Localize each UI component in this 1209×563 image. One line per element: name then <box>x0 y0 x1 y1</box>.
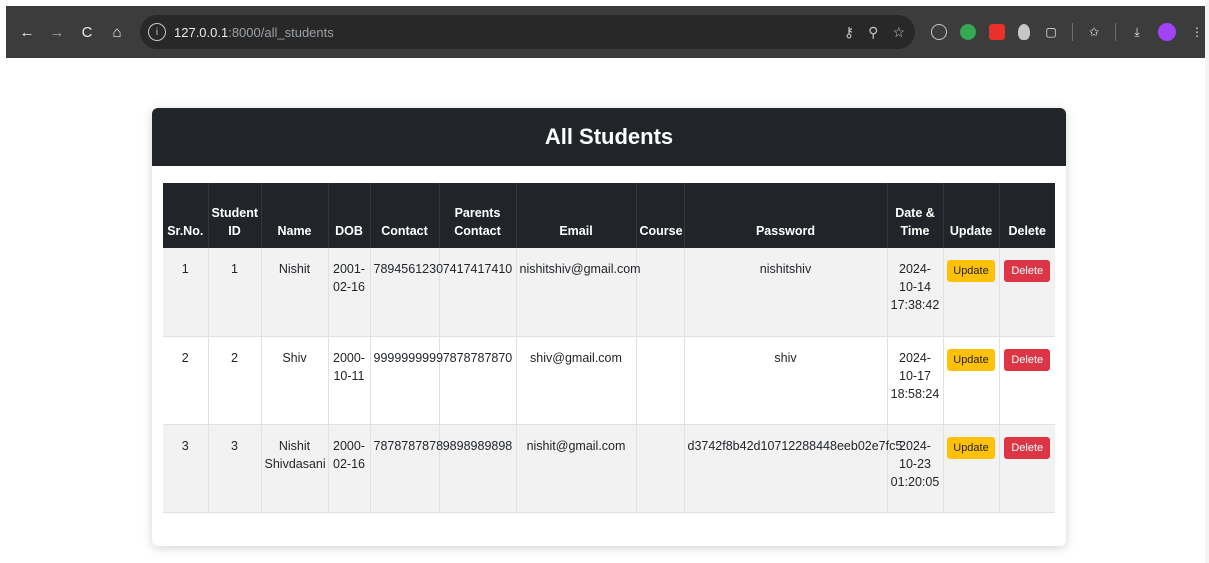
table-row: 3 3 Nishit Shivdasani 2000- 02-16 78787878… <box>163 424 1055 513</box>
table-row: 2 2 Shiv 2000- 10-11 9999999999 787878787… <box>163 336 1055 425</box>
cell-datetime: 2024- 10-23 01:20:05 <box>886 424 943 513</box>
home-button[interactable]: ⌂ <box>104 19 130 45</box>
cell-parents-contact: 7878787870 <box>438 336 516 425</box>
cell-parents-contact: 7417417410 <box>438 248 516 337</box>
cell-email: nishit@gmail.com <box>515 424 636 513</box>
update-button[interactable]: Update <box>947 260 995 282</box>
cell-contact: 9999999999 <box>369 336 443 425</box>
header-srno: Sr.No. <box>163 183 208 248</box>
cell-course <box>635 336 684 425</box>
cell-email: shiv@gmail.com <box>515 336 636 425</box>
extensions-area: ▢ ✩ ⤓ ⋮ <box>931 23 1205 41</box>
url-path: :8000/all_students <box>228 24 334 40</box>
cell-update: Update <box>942 336 999 425</box>
home-icon: ⌂ <box>112 23 122 41</box>
table-header-row: Sr.No. Student ID Name DOB Contact Parent… <box>163 183 1055 248</box>
cell-name: Nishit Shivdasani <box>260 424 328 513</box>
bookmarks-star-icon[interactable]: ✩ <box>1086 24 1102 40</box>
cell-password: nishitshiv <box>683 248 887 337</box>
privacy-extension-icon[interactable] <box>1018 24 1030 40</box>
download-icon[interactable]: ⤓ <box>1129 24 1145 40</box>
cell-student-id: 2 <box>207 336 261 425</box>
puzzle-extensions-icon[interactable]: ▢ <box>1043 24 1059 40</box>
url-text[interactable]: 127.0.0.1:8000/all_students <box>174 25 334 40</box>
site-info-icon[interactable]: i <box>148 23 166 41</box>
table-row: 1 1 Nishit 2001- 02-16 7894561230 7417417… <box>163 248 1055 337</box>
cell-delete: Delete <box>998 424 1055 513</box>
header-delete: Delete <box>998 183 1055 248</box>
header-datetime: Date & Time <box>886 183 943 248</box>
cell-dob: 2001- 02-16 <box>327 248 370 337</box>
cell-datetime: 2024- 10-14 17:38:42 <box>886 248 943 337</box>
students-table-wrapper: Sr.No. Student ID Name DOB Contact Parent… <box>163 183 1055 513</box>
cell-datetime: 2024- 10-17 18:58:24 <box>886 336 943 425</box>
back-arrow-icon: ← <box>19 23 35 41</box>
reload-button[interactable]: C <box>74 19 100 45</box>
delete-button[interactable]: Delete <box>1004 436 1051 459</box>
header-name: Name <box>260 183 328 248</box>
bookmark-star-icon[interactable]: ☆ <box>892 24 905 41</box>
zoom-icon[interactable]: ⚲ <box>868 24 878 41</box>
cell-srno: 3 <box>163 424 208 513</box>
cell-update: Update <box>942 424 999 513</box>
header-password: Password <box>683 183 887 248</box>
pdf-extension-icon[interactable] <box>989 24 1005 40</box>
cell-student-id: 3 <box>207 424 261 513</box>
browser-toolbar: ← → C ⌂ i 127.0.0.1:8000/all_students ⚷ … <box>6 6 1205 58</box>
screen-edge-right <box>1205 0 1209 563</box>
toolbar-separator <box>1115 23 1116 41</box>
page-title: All Students <box>152 108 1066 166</box>
address-bar[interactable]: i 127.0.0.1:8000/all_students ⚷ ⚲ ☆ <box>140 15 915 49</box>
cell-dob: 2000- 10-11 <box>327 336 370 425</box>
cell-contact: 7878787878 <box>369 424 443 513</box>
cell-delete: Delete <box>998 336 1055 425</box>
forward-button[interactable]: → <box>44 19 70 45</box>
password-key-icon[interactable]: ⚷ <box>844 24 854 41</box>
cell-password: d3742f8b42d10712288448eeb02e7fc5 <box>683 424 902 513</box>
profile-avatar[interactable] <box>1158 23 1176 41</box>
cell-password: shiv <box>683 336 887 425</box>
cell-parents-contact: 9898989898 <box>438 424 516 513</box>
header-course: Course <box>635 183 684 248</box>
page-content: All Students Sr.No. Student ID Name DOB C… <box>6 58 1205 563</box>
header-dob: DOB <box>327 183 370 248</box>
header-email: Email <box>515 183 636 248</box>
back-button[interactable]: ← <box>14 19 40 45</box>
reload-icon: C <box>81 23 93 41</box>
students-table: Sr.No. Student ID Name DOB Contact Parent… <box>163 183 1055 513</box>
header-update: Update <box>942 183 999 248</box>
extension-icon[interactable] <box>931 24 947 40</box>
students-card: All Students Sr.No. Student ID Name DOB C… <box>152 108 1066 546</box>
cell-contact: 7894561230 <box>369 248 443 337</box>
cell-email: nishitshiv@gmail.com <box>515 248 641 337</box>
delete-button[interactable]: Delete <box>1004 260 1051 282</box>
delete-button[interactable]: Delete <box>1004 348 1051 371</box>
cell-dob: 2000- 02-16 <box>327 424 370 513</box>
cell-course <box>635 248 684 337</box>
address-bar-actions: ⚷ ⚲ ☆ <box>844 15 905 49</box>
cell-update: Update <box>942 248 999 337</box>
header-student-id: Student ID <box>207 183 261 248</box>
cell-name: Nishit <box>260 248 328 337</box>
header-contact: Contact <box>369 183 439 248</box>
update-button[interactable]: Update <box>947 348 995 371</box>
cell-srno: 2 <box>163 336 208 425</box>
menu-dots-icon[interactable]: ⋮ <box>1189 24 1205 40</box>
cell-delete: Delete <box>998 248 1055 337</box>
cell-srno: 1 <box>163 248 208 337</box>
forward-arrow-icon: → <box>49 23 65 41</box>
url-host: 127.0.0.1 <box>174 24 229 40</box>
cell-student-id: 1 <box>207 248 261 337</box>
cell-name: Shiv <box>260 336 328 425</box>
header-parents-contact: Parents Contact <box>438 183 516 248</box>
shield-extension-icon[interactable] <box>960 24 976 40</box>
toolbar-separator <box>1072 23 1073 41</box>
update-button[interactable]: Update <box>947 436 995 459</box>
cell-course <box>635 424 684 513</box>
